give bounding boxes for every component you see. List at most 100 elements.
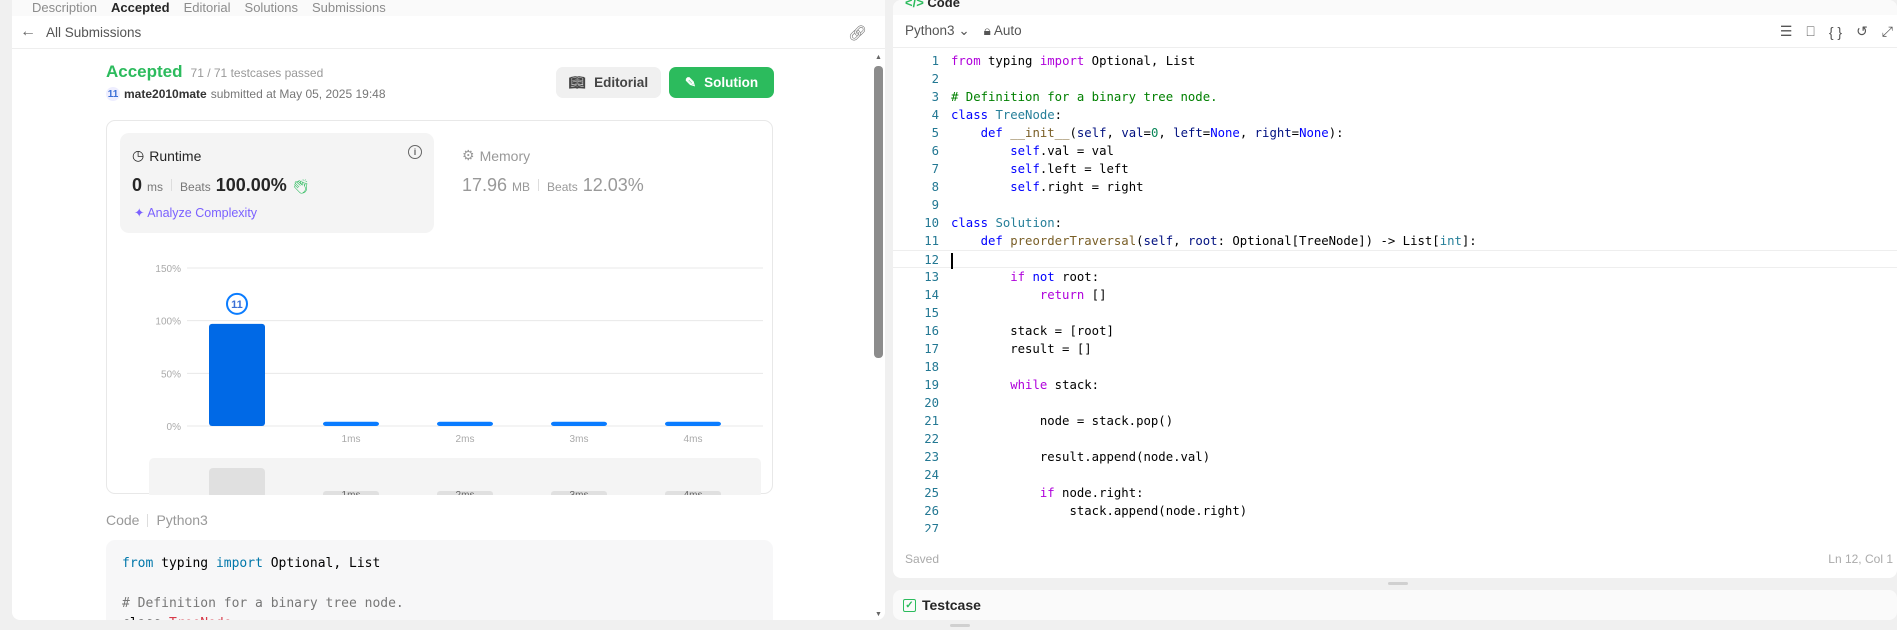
format-icon[interactable]: ☰ <box>1780 23 1793 40</box>
code-token: def <box>980 126 1003 140</box>
code-editor[interactable]: 1 from typing import Optional, List 2 3 # De… <box>893 52 1897 532</box>
solution-label: Solution <box>704 75 759 90</box>
memory-label: Memory <box>479 147 531 164</box>
editor-line[interactable]: 9 <box>893 196 1897 214</box>
editor-tools: ☰ ⎕ { } ↺ ⤢ <box>1780 15 1893 48</box>
editor-line[interactable]: 24 <box>893 466 1897 484</box>
editor-line[interactable]: 13 if not root: <box>893 268 1897 286</box>
editor-line[interactable]: 20 <box>893 394 1897 412</box>
scrollbar-thumb[interactable] <box>874 66 883 358</box>
editor-line[interactable]: 10 class Solution: <box>893 214 1897 232</box>
code-language: Python3 <box>156 512 208 528</box>
y-tick-label: 100% <box>155 317 181 328</box>
code-token: class <box>122 616 169 620</box>
editor-line[interactable]: 7 self.left = left <box>893 160 1897 178</box>
memory-number: 17.96 <box>462 175 508 195</box>
code-token: self <box>1143 234 1174 248</box>
editor-line[interactable]: 16 stack = [root] <box>893 322 1897 340</box>
code-token: preorderTraversal <box>1010 234 1137 248</box>
code-token: from <box>122 556 154 571</box>
tab-accepted[interactable]: Accepted <box>111 1 170 14</box>
editor-line[interactable]: 8 self.right = right <box>893 178 1897 196</box>
resize-handle[interactable] <box>950 624 970 627</box>
back-arrow-icon: ← <box>20 23 36 40</box>
editor-line[interactable]: 14 return [] <box>893 286 1897 304</box>
divider <box>147 513 149 527</box>
auto-mode[interactable]: 🔒︎ Auto <box>984 23 1022 39</box>
editor-line[interactable]: 11 def preorderTraversal(self, root: Opt… <box>893 232 1897 250</box>
submission-meta: 11 mate2010mate submitted at May 05, 202… <box>106 87 386 101</box>
editor-line[interactable]: 15 <box>893 304 1897 322</box>
runtime-beats: 100.00% <box>215 175 287 195</box>
code-token: .right = right <box>1039 180 1144 194</box>
solution-button[interactable]: ✎ Solution <box>669 67 774 98</box>
analyze-complexity-link[interactable]: ✦ Analyze Complexity <box>134 205 257 220</box>
editor-line[interactable]: 1 from typing import Optional, List <box>893 52 1897 70</box>
scroll-down-icon[interactable]: ▼ <box>875 611 882 618</box>
code-token: , <box>1158 126 1174 140</box>
editor-line[interactable]: 25 if node.right: <box>893 484 1897 502</box>
editor-line[interactable]: 21 node = stack.pop() <box>893 412 1897 430</box>
code-token: # Definition for a binary tree node. <box>951 90 1218 104</box>
code-token: if <box>1010 270 1026 284</box>
beats-label: Beats <box>180 180 211 194</box>
code-token: ): <box>1328 126 1344 140</box>
scroll-up-icon[interactable]: ▲ <box>875 54 882 61</box>
editor-line[interactable]: 22 <box>893 430 1897 448</box>
code-token: Optional, List <box>1084 54 1196 68</box>
code-section-header: Code Python3 <box>106 512 208 528</box>
all-submissions-link[interactable]: ← All Submissions <box>12 16 885 49</box>
braces-icon[interactable]: { } <box>1829 24 1842 40</box>
code-token: self <box>1010 180 1040 194</box>
editor-line[interactable]: 18 <box>893 358 1897 376</box>
editor-line[interactable]: 3 # Definition for a binary tree node. <box>893 88 1897 106</box>
editor-line[interactable]: 26 stack.append(node.right) <box>893 502 1897 520</box>
editorial-button[interactable]: 📖︎ Editorial <box>556 67 661 98</box>
code-token: result = [] <box>951 342 1092 356</box>
username[interactable]: mate2010mate <box>124 87 207 101</box>
beats-label: Beats <box>547 180 578 194</box>
undo-icon[interactable]: ↺ <box>1856 23 1868 40</box>
line-number: 14 <box>924 288 939 302</box>
bookmark-icon[interactable]: ⎕ <box>1806 23 1814 40</box>
language-select[interactable]: Python3 ⌄ <box>905 23 970 39</box>
editor-line[interactable]: 23 result.append(node.val) <box>893 448 1897 466</box>
editor-line[interactable]: 17 result = [] <box>893 340 1897 358</box>
memory-heading[interactable]: ⚙ Memory <box>462 147 530 164</box>
info-icon[interactable]: i <box>408 145 422 159</box>
code-token: node = stack.pop() <box>951 414 1174 428</box>
code-token: self <box>1010 144 1040 158</box>
editor-line[interactable]: 6 self.val = val <box>893 142 1897 160</box>
runtime-heading: ◷ Runtime <box>132 147 201 164</box>
expand-icon[interactable]: ⤢ <box>1882 23 1893 40</box>
saved-status: Saved <box>905 552 940 566</box>
line-number: 24 <box>924 468 939 482</box>
editor-line[interactable]: 5 def __init__(self, val=0, left=None, r… <box>893 124 1897 142</box>
status-accepted: Accepted <box>106 62 183 81</box>
editor-line[interactable]: 12 <box>893 250 1897 269</box>
line-number: 18 <box>924 360 939 374</box>
editor-line[interactable]: 19 while stack: <box>893 376 1897 394</box>
bar-3ms <box>551 421 607 426</box>
tab-solutions[interactable]: Solutions <box>245 1 298 14</box>
resize-handle[interactable] <box>1388 582 1408 585</box>
avatar[interactable]: 11 <box>106 87 120 101</box>
editor-line[interactable]: 27 <box>893 520 1897 532</box>
share-link-icon[interactable]: 🔗︎ <box>848 24 867 42</box>
tab-description[interactable]: Description <box>32 1 97 14</box>
tab-submissions[interactable]: Submissions <box>312 1 386 14</box>
scrollbar[interactable]: ▲ ▼ <box>874 52 883 620</box>
editor-line[interactable]: 4 class TreeNode: <box>893 106 1897 124</box>
code-token: not <box>1032 270 1055 284</box>
code-token: = <box>1143 126 1151 140</box>
runtime-box[interactable]: ◷ Runtime i 0 ms Beats 100.00% 👏︎ ✦ Anal… <box>120 133 434 233</box>
minimap-label: 4ms <box>684 490 703 495</box>
code-token: ( <box>1136 234 1144 248</box>
submitted-time: submitted at May 05, 2025 19:48 <box>210 87 386 101</box>
tab-editorial[interactable]: Editorial <box>184 1 231 14</box>
editor-line[interactable]: 2 <box>893 70 1897 88</box>
code-token: self <box>1076 126 1107 140</box>
testcase-panel[interactable]: ✓ Testcase <box>893 590 1897 620</box>
